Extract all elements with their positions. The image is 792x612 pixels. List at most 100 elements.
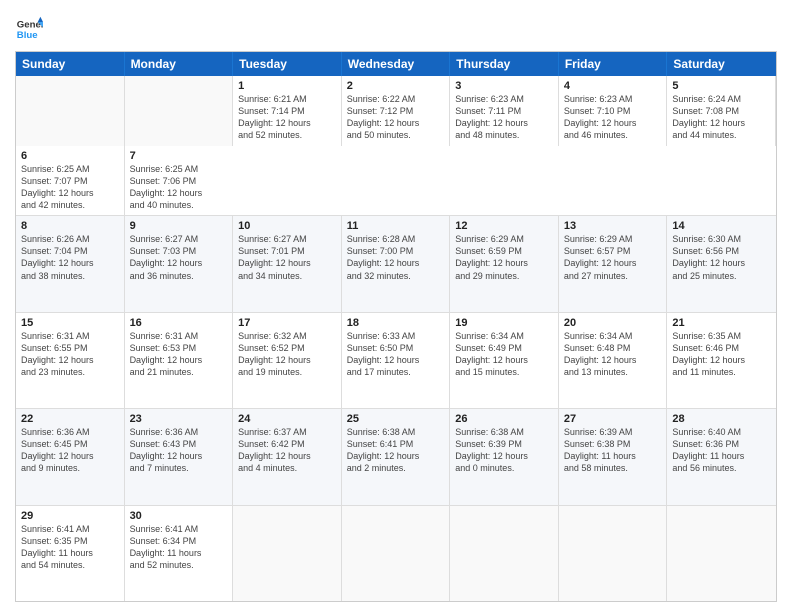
cell-l2: Sunset: 6:49 PM bbox=[455, 342, 553, 354]
cell-l4: and 32 minutes. bbox=[347, 270, 445, 282]
cell-l4: and 50 minutes. bbox=[347, 129, 445, 141]
cell-l2: Sunset: 6:59 PM bbox=[455, 245, 553, 257]
cell-l3: Daylight: 11 hours bbox=[672, 450, 771, 462]
day-number: 25 bbox=[347, 413, 445, 425]
day-cell-6: 6Sunrise: 6:25 AMSunset: 7:07 PMDaylight… bbox=[16, 146, 125, 216]
day-number: 26 bbox=[455, 413, 553, 425]
day-number: 22 bbox=[21, 413, 119, 425]
cell-l2: Sunset: 6:39 PM bbox=[455, 438, 553, 450]
cell-l1: Sunrise: 6:23 AM bbox=[564, 93, 662, 105]
empty-cell bbox=[342, 506, 451, 601]
logo-icon: General Blue bbox=[15, 15, 43, 43]
cell-l3: Daylight: 12 hours bbox=[130, 354, 228, 366]
cell-l4: and 9 minutes. bbox=[21, 462, 119, 474]
cell-l1: Sunrise: 6:34 AM bbox=[455, 330, 553, 342]
day-number: 23 bbox=[130, 413, 228, 425]
cell-l4: and 15 minutes. bbox=[455, 366, 553, 378]
calendar-row-4: 29Sunrise: 6:41 AMSunset: 6:35 PMDayligh… bbox=[16, 506, 776, 601]
day-cell-9: 9Sunrise: 6:27 AMSunset: 7:03 PMDaylight… bbox=[125, 216, 234, 311]
day-cell-11: 11Sunrise: 6:28 AMSunset: 7:00 PMDayligh… bbox=[342, 216, 451, 311]
cell-l1: Sunrise: 6:31 AM bbox=[21, 330, 119, 342]
cell-l1: Sunrise: 6:29 AM bbox=[455, 233, 553, 245]
cell-l3: Daylight: 12 hours bbox=[455, 117, 553, 129]
empty-cell bbox=[125, 76, 234, 146]
cell-l1: Sunrise: 6:27 AM bbox=[130, 233, 228, 245]
cell-l1: Sunrise: 6:32 AM bbox=[238, 330, 336, 342]
cell-l1: Sunrise: 6:36 AM bbox=[130, 426, 228, 438]
cell-l4: and 0 minutes. bbox=[455, 462, 553, 474]
day-number: 1 bbox=[238, 80, 336, 92]
day-number: 7 bbox=[130, 150, 229, 162]
cell-l3: Daylight: 12 hours bbox=[455, 450, 553, 462]
day-cell-13: 13Sunrise: 6:29 AMSunset: 6:57 PMDayligh… bbox=[559, 216, 668, 311]
cell-l2: Sunset: 7:07 PM bbox=[21, 175, 119, 187]
cell-l1: Sunrise: 6:30 AM bbox=[672, 233, 771, 245]
day-cell-22: 22Sunrise: 6:36 AMSunset: 6:45 PMDayligh… bbox=[16, 409, 125, 504]
day-cell-15: 15Sunrise: 6:31 AMSunset: 6:55 PMDayligh… bbox=[16, 313, 125, 408]
day-cell-14: 14Sunrise: 6:30 AMSunset: 6:56 PMDayligh… bbox=[667, 216, 776, 311]
calendar-row-1: 8Sunrise: 6:26 AMSunset: 7:04 PMDaylight… bbox=[16, 216, 776, 312]
cell-l2: Sunset: 6:56 PM bbox=[672, 245, 771, 257]
day-cell-8: 8Sunrise: 6:26 AMSunset: 7:04 PMDaylight… bbox=[16, 216, 125, 311]
cell-l2: Sunset: 6:57 PM bbox=[564, 245, 662, 257]
cell-l2: Sunset: 6:35 PM bbox=[21, 535, 119, 547]
day-number: 11 bbox=[347, 220, 445, 232]
cell-l1: Sunrise: 6:23 AM bbox=[455, 93, 553, 105]
cell-l2: Sunset: 6:43 PM bbox=[130, 438, 228, 450]
empty-cell bbox=[667, 506, 776, 601]
logo: General Blue bbox=[15, 15, 43, 43]
cell-l4: and 40 minutes. bbox=[130, 199, 229, 211]
cell-l3: Daylight: 11 hours bbox=[564, 450, 662, 462]
day-cell-30: 30Sunrise: 6:41 AMSunset: 6:34 PMDayligh… bbox=[125, 506, 234, 601]
day-number: 12 bbox=[455, 220, 553, 232]
cell-l1: Sunrise: 6:25 AM bbox=[21, 163, 119, 175]
day-cell-26: 26Sunrise: 6:38 AMSunset: 6:39 PMDayligh… bbox=[450, 409, 559, 504]
calendar-header-row: SundayMondayTuesdayWednesdayThursdayFrid… bbox=[16, 52, 776, 76]
cell-l3: Daylight: 12 hours bbox=[130, 450, 228, 462]
cell-l3: Daylight: 12 hours bbox=[564, 354, 662, 366]
cell-l1: Sunrise: 6:25 AM bbox=[130, 163, 229, 175]
cell-l4: and 52 minutes. bbox=[130, 559, 228, 571]
cell-l2: Sunset: 7:00 PM bbox=[347, 245, 445, 257]
day-number: 16 bbox=[130, 317, 228, 329]
day-cell-23: 23Sunrise: 6:36 AMSunset: 6:43 PMDayligh… bbox=[125, 409, 234, 504]
cell-l2: Sunset: 7:01 PM bbox=[238, 245, 336, 257]
cell-l3: Daylight: 12 hours bbox=[672, 257, 771, 269]
day-number: 3 bbox=[455, 80, 553, 92]
cell-l3: Daylight: 12 hours bbox=[21, 257, 119, 269]
cell-l3: Daylight: 12 hours bbox=[455, 257, 553, 269]
day-cell-1: 1Sunrise: 6:21 AMSunset: 7:14 PMDaylight… bbox=[233, 76, 342, 146]
cell-l1: Sunrise: 6:36 AM bbox=[21, 426, 119, 438]
cell-l3: Daylight: 12 hours bbox=[347, 450, 445, 462]
day-cell-21: 21Sunrise: 6:35 AMSunset: 6:46 PMDayligh… bbox=[667, 313, 776, 408]
cell-l3: Daylight: 12 hours bbox=[238, 257, 336, 269]
cell-l3: Daylight: 11 hours bbox=[130, 547, 228, 559]
cell-l4: and 54 minutes. bbox=[21, 559, 119, 571]
day-number: 20 bbox=[564, 317, 662, 329]
day-number: 27 bbox=[564, 413, 662, 425]
cell-l3: Daylight: 12 hours bbox=[564, 257, 662, 269]
cell-l4: and 56 minutes. bbox=[672, 462, 771, 474]
day-cell-3: 3Sunrise: 6:23 AMSunset: 7:11 PMDaylight… bbox=[450, 76, 559, 146]
day-number: 10 bbox=[238, 220, 336, 232]
cell-l3: Daylight: 12 hours bbox=[130, 257, 228, 269]
header-cell-sunday: Sunday bbox=[16, 52, 125, 76]
cell-l2: Sunset: 7:04 PM bbox=[21, 245, 119, 257]
day-number: 4 bbox=[564, 80, 662, 92]
cell-l3: Daylight: 12 hours bbox=[347, 354, 445, 366]
cell-l3: Daylight: 12 hours bbox=[21, 354, 119, 366]
cell-l2: Sunset: 6:48 PM bbox=[564, 342, 662, 354]
cell-l3: Daylight: 12 hours bbox=[455, 354, 553, 366]
cell-l4: and 2 minutes. bbox=[347, 462, 445, 474]
cell-l4: and 42 minutes. bbox=[21, 199, 119, 211]
cell-l3: Daylight: 12 hours bbox=[347, 117, 445, 129]
cell-l3: Daylight: 12 hours bbox=[672, 117, 770, 129]
day-cell-20: 20Sunrise: 6:34 AMSunset: 6:48 PMDayligh… bbox=[559, 313, 668, 408]
day-cell-27: 27Sunrise: 6:39 AMSunset: 6:38 PMDayligh… bbox=[559, 409, 668, 504]
cell-l3: Daylight: 12 hours bbox=[21, 450, 119, 462]
day-number: 5 bbox=[672, 80, 770, 92]
cell-l3: Daylight: 12 hours bbox=[238, 354, 336, 366]
cell-l1: Sunrise: 6:26 AM bbox=[21, 233, 119, 245]
header-cell-monday: Monday bbox=[125, 52, 234, 76]
day-cell-7: 7Sunrise: 6:25 AMSunset: 7:06 PMDaylight… bbox=[125, 146, 234, 216]
